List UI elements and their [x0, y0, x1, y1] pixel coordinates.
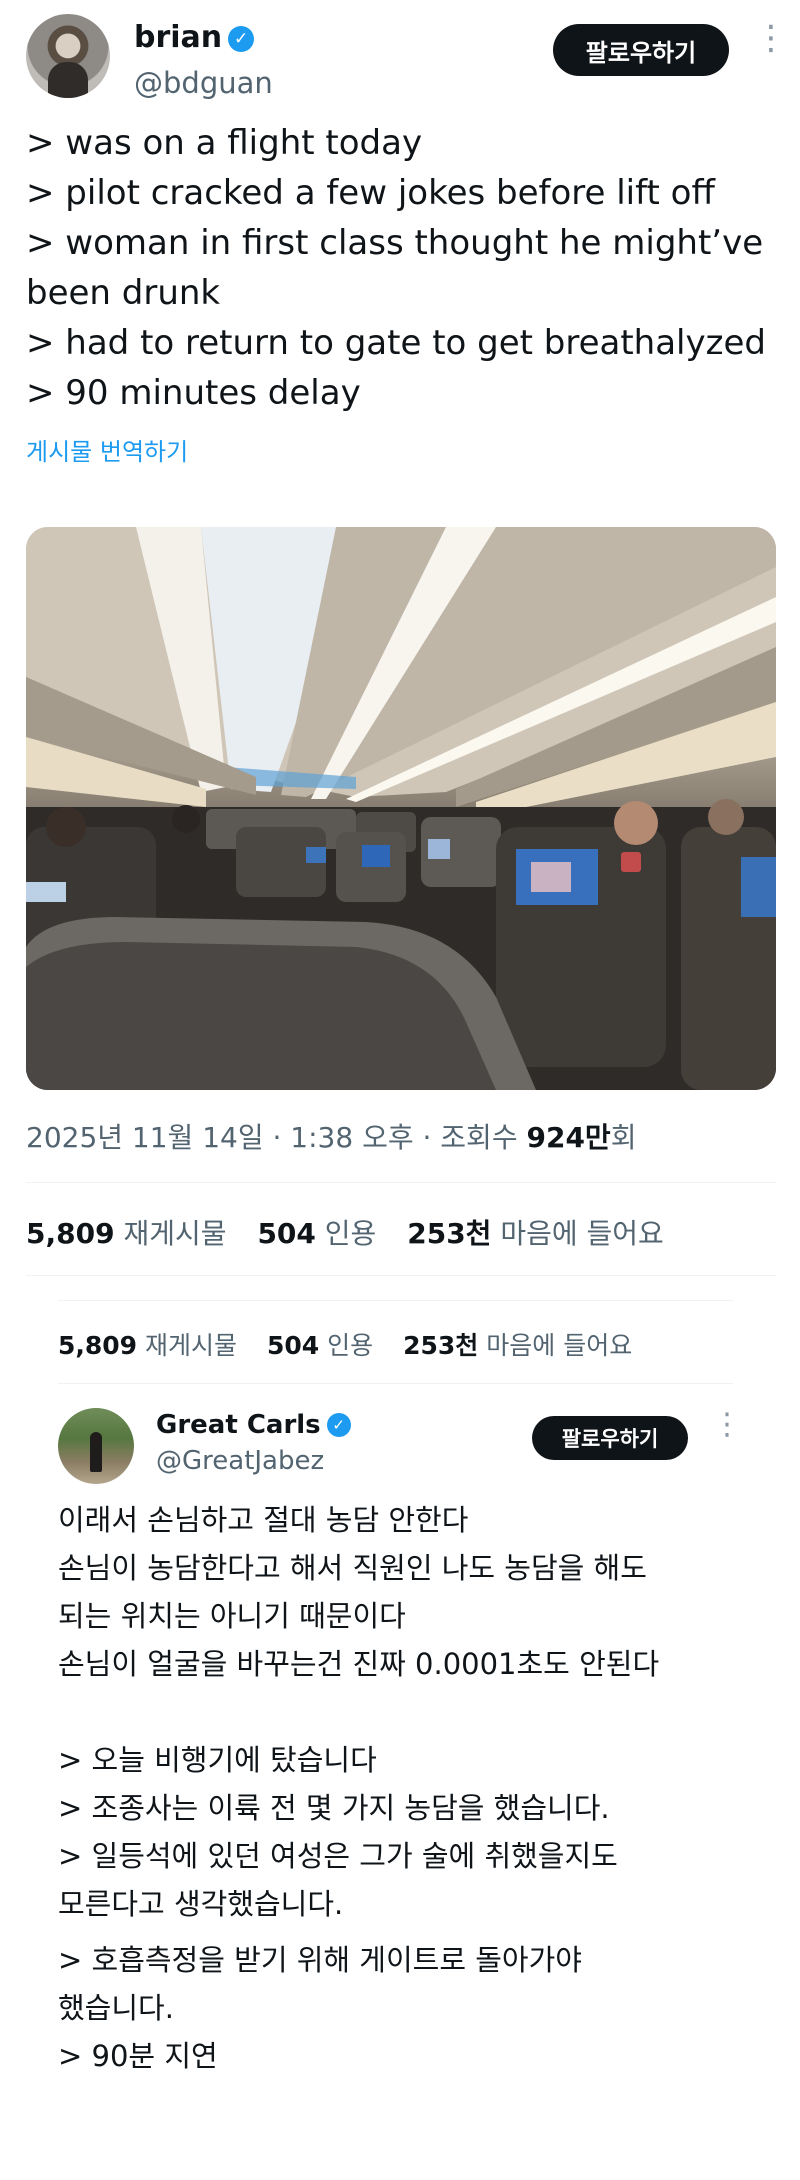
likes-stat[interactable]: 253천 마음에 들어요 [403, 1331, 632, 1360]
tweet-line: > 90분 지연 [58, 2039, 218, 2073]
quotes-stat[interactable]: 504 인용 [267, 1331, 373, 1360]
tweet-line: > was on a flight today [26, 123, 423, 163]
avatar[interactable] [26, 14, 110, 98]
divider [26, 1275, 776, 1276]
tweet-line: 손님이 얼굴을 바꾸는건 진짜 0.0001초도 안된다 [58, 1647, 660, 1681]
tweet-line: 모른다고 생각했습니다. [58, 1887, 344, 1921]
tweet-line: > 호흡측정을 받기 위해 게이트로 돌아가야 [58, 1943, 582, 1977]
quotes-count: 504 [267, 1331, 320, 1360]
tweet-line: 손님이 농담한다고 해서 직원인 나도 농담을 해도 [58, 1551, 647, 1585]
tweet-stats: 5,809 재게시물 504 인용 253천 마음에 들어요 [26, 1212, 664, 1252]
more-options-icon[interactable]: ⋮ [712, 1410, 742, 1456]
tweet-line: > woman in first class thought he might’… [26, 223, 764, 313]
tweet-line: > 90 minutes delay [26, 373, 361, 413]
verified-badge-icon: ✓ [228, 26, 255, 52]
airplane-cabin-photo[interactable] [26, 527, 776, 1090]
reposts-count: 5,809 [58, 1331, 138, 1360]
divider [58, 1383, 733, 1384]
tweet-line: > pilot cracked a few jokes before lift … [26, 173, 715, 213]
quotes-count: 504 [257, 1217, 316, 1250]
quotes-label: 인용 [327, 1331, 374, 1360]
views-count: 924만 [526, 1121, 611, 1154]
avatar-figure [90, 1432, 102, 1472]
tweet-line: 이래서 손님하고 절대 농담 안한다 [58, 1503, 469, 1537]
likes-count: 253천 [403, 1331, 479, 1360]
likes-label: 마음에 들어요 [486, 1331, 633, 1360]
avatar-figure [48, 62, 88, 98]
reposts-label: 재게시물 [123, 1217, 227, 1250]
tweet-line: > 조종사는 이륙 전 몇 가지 농담을 했습니다. [58, 1791, 610, 1825]
reposts-stat[interactable]: 5,809 재게시물 [58, 1331, 237, 1360]
tweet-line: > 일등석에 있던 여성은 그가 술에 취했을지도 [58, 1839, 618, 1873]
quotes-stat[interactable]: 504 인용 [257, 1217, 376, 1250]
verified-badge-icon: ✓ [326, 1413, 351, 1437]
tweet-line: > 오늘 비행기에 탔습니다 [58, 1743, 377, 1777]
author-handle[interactable]: @GreatJabez [156, 1446, 324, 1476]
likes-stat[interactable]: 253천 마음에 들어요 [407, 1217, 664, 1250]
cabin-illustration [26, 527, 776, 1090]
tweet-line: 되는 위치는 아니기 때문이다 [58, 1599, 406, 1633]
author-handle[interactable]: @bdguan [134, 66, 273, 100]
tweet-timestamp-views[interactable]: 2025년 11월 14일 · 1:38 오후 · 조회수 924만회 [26, 1116, 636, 1156]
follow-button[interactable]: 팔로우하기 [532, 1416, 688, 1460]
author-name-text[interactable]: Great Carls [156, 1410, 321, 1440]
tweet-line: > had to return to gate to get breathaly… [26, 323, 766, 363]
quoted-tweet-stats: 5,809 재게시물 504 인용 253천 마음에 들어요 [58, 1326, 632, 1362]
author-name[interactable]: brian ✓ [134, 20, 255, 55]
divider [26, 1182, 776, 1183]
reposts-count: 5,809 [26, 1217, 115, 1250]
tweet-text: 이래서 손님하고 절대 농담 안한다 손님이 농담한다고 해서 직원인 나도 농… [58, 1496, 758, 2080]
follow-button[interactable]: 팔로우하기 [553, 24, 729, 76]
divider [58, 1300, 733, 1301]
author-name-text[interactable]: brian [134, 20, 222, 55]
translate-post-link[interactable]: 게시물 번역하기 [26, 432, 188, 467]
tweet-line: 했습니다. [58, 1991, 174, 2025]
tweet-date[interactable]: 2025년 11월 14일 · 1:38 오후 · 조회수 [26, 1121, 526, 1154]
avatar[interactable] [58, 1408, 134, 1484]
reposts-label: 재게시물 [145, 1331, 238, 1360]
more-options-icon[interactable]: ⋮ [754, 21, 788, 72]
author-name[interactable]: Great Carls ✓ [156, 1410, 351, 1440]
quotes-label: 인용 [324, 1217, 377, 1250]
views-suffix: 회 [610, 1121, 637, 1154]
reposts-stat[interactable]: 5,809 재게시물 [26, 1217, 227, 1250]
tweet-text: > was on a flight today > pilot cracked … [26, 118, 776, 418]
likes-label: 마음에 들어요 [500, 1217, 664, 1250]
tweet1-header: brian ✓ @bdguan 팔로우하기 ⋮ [26, 14, 788, 100]
likes-count: 253천 [407, 1217, 492, 1250]
